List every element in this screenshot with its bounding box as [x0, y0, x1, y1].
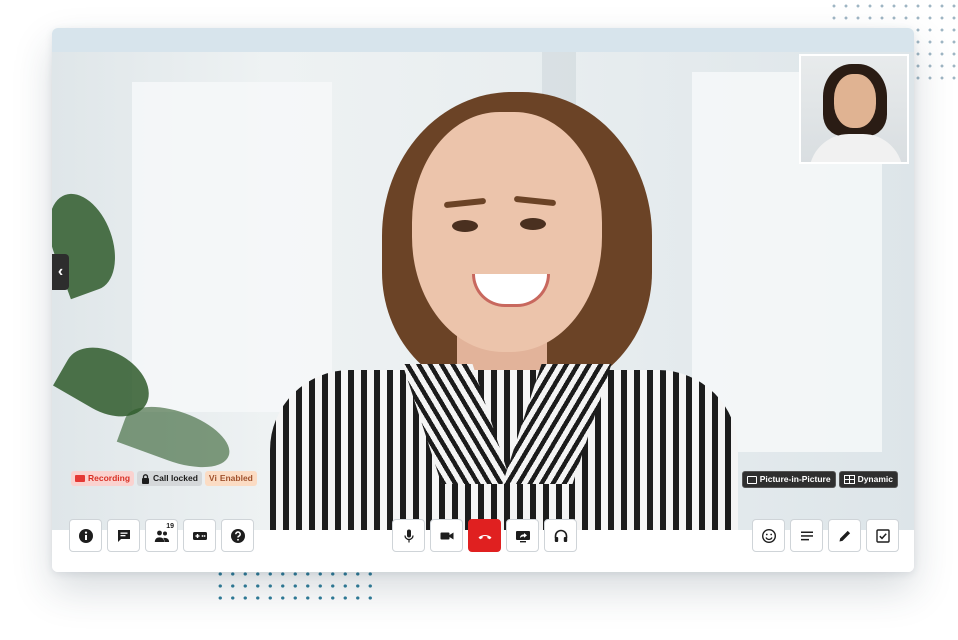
camera-icon [440, 532, 453, 539]
participants-count: 19 [166, 523, 174, 530]
lock-icon [142, 473, 150, 484]
pencil-icon [839, 530, 850, 541]
dynamic-layout-button[interactable]: Dynamic [838, 471, 898, 488]
vi-enabled-badge: Vi Enabled [204, 471, 257, 486]
games-button[interactable] [183, 519, 216, 552]
decorative-dots-bottom-left [214, 568, 376, 608]
end-call-button[interactable] [468, 519, 501, 552]
reactions-button[interactable] [752, 519, 785, 552]
screen-share-button[interactable] [506, 519, 539, 552]
layout-badges: Picture-in-Picture Dynamic [741, 471, 898, 488]
sidebar-toggle-button[interactable]: ‹ [52, 254, 69, 290]
call-locked-label: Call locked [153, 473, 198, 483]
main-video-stage: ‹ Recording Call locked Vi Enabled Pictu… [52, 52, 914, 530]
call-locked-badge: Call locked [137, 471, 202, 486]
notes-icon [800, 531, 813, 540]
call-control-bar: 19 [52, 519, 914, 572]
participant-eye [520, 218, 546, 230]
camera-button[interactable] [430, 519, 463, 552]
vi-enabled-label: Enabled [219, 473, 253, 483]
video-call-window: ‹ Recording Call locked Vi Enabled Pictu… [52, 28, 914, 572]
emoji-icon [761, 528, 776, 543]
tasks-button[interactable] [866, 519, 899, 552]
chat-button[interactable] [107, 519, 140, 552]
picture-in-picture-button[interactable]: Picture-in-Picture [741, 471, 836, 488]
end-call-icon [478, 534, 491, 539]
chat-icon [117, 529, 130, 542]
help-button[interactable] [221, 519, 254, 552]
info-button[interactable] [69, 519, 102, 552]
help-icon [230, 528, 245, 543]
grid-icon [843, 475, 855, 484]
chevron-left-icon: ‹ [57, 263, 64, 280]
whiteboard-button[interactable] [828, 519, 861, 552]
screen-share-icon [515, 530, 530, 542]
picture-in-picture-icon [746, 475, 757, 484]
self-view-thumbnail[interactable] [799, 54, 909, 164]
microphone-icon [403, 529, 414, 542]
vi-prefix: Vi [208, 473, 217, 483]
headset-icon [554, 529, 567, 542]
background-window [132, 82, 332, 412]
info-icon [78, 528, 93, 543]
title-bar [52, 28, 914, 52]
checklist-icon [875, 528, 890, 543]
participant-face [412, 112, 602, 352]
picture-in-picture-label: Picture-in-Picture [759, 474, 831, 484]
self-view-shirt [809, 134, 903, 162]
participants-button[interactable]: 19 [145, 519, 178, 552]
notes-button[interactable] [790, 519, 823, 552]
dynamic-label: Dynamic [857, 474, 893, 484]
recording-label: Recording [88, 473, 131, 483]
headset-button[interactable] [544, 519, 577, 552]
record-icon [75, 475, 85, 482]
microphone-button[interactable] [392, 519, 425, 552]
participant-shirt [270, 370, 738, 530]
participant-eye [452, 220, 478, 232]
gamepad-icon [192, 531, 207, 540]
recording-badge: Recording [71, 471, 135, 486]
self-view-face [834, 74, 876, 128]
call-status-badges: Recording Call locked Vi Enabled [71, 471, 257, 486]
